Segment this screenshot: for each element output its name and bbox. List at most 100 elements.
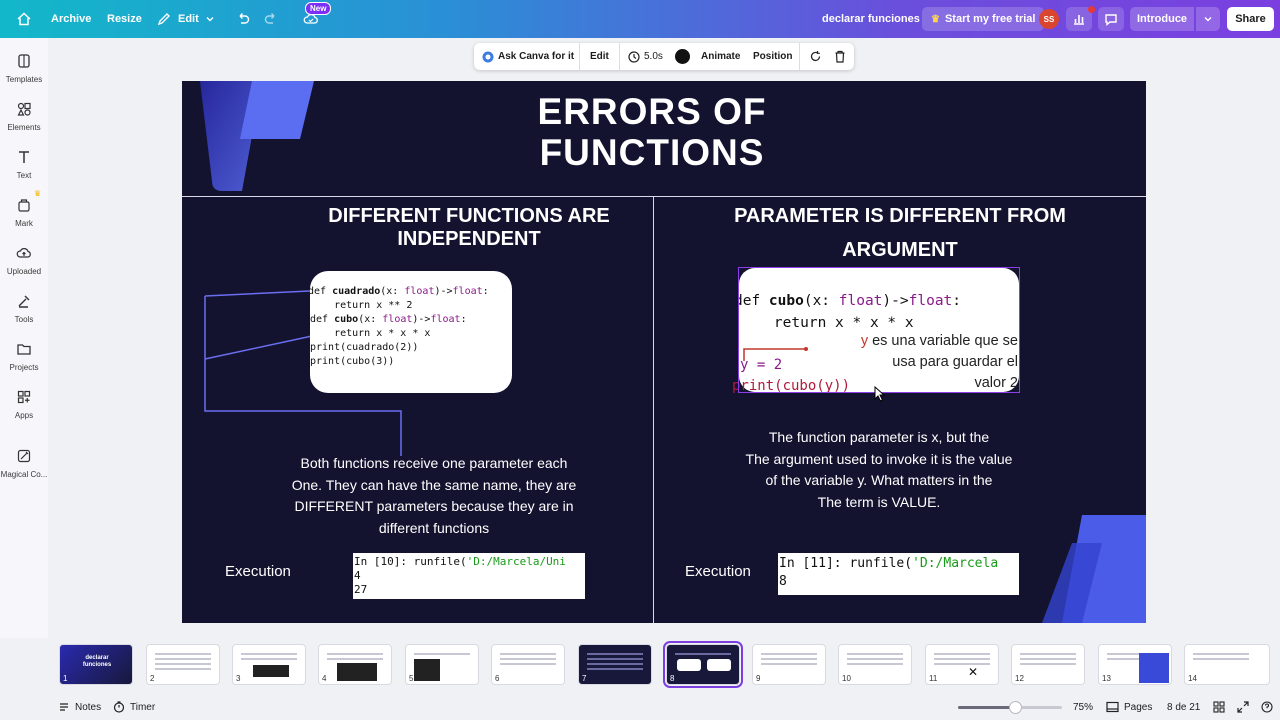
left-explanation-text[interactable]: Both functions receive one parameter eac…	[254, 453, 614, 539]
folder-icon	[17, 344, 31, 355]
mouse-cursor-icon	[874, 386, 886, 402]
zoom-slider[interactable]	[958, 701, 1062, 714]
left-console-output[interactable]: In [10]: runfile('D:/Marcela/Uni 4 27	[353, 553, 585, 599]
thumb-content	[934, 653, 990, 668]
sidebar-item-text[interactable]: Text	[0, 149, 48, 180]
left-code-image[interactable]: def cuadrado(x: float)->float: return x …	[310, 271, 512, 393]
sidebar-item-elements[interactable]: Elements	[0, 101, 48, 132]
page-thumbnail[interactable]: 9	[752, 644, 826, 685]
edit-menu[interactable]: Edit	[156, 0, 215, 38]
divider	[619, 43, 620, 70]
sidebar-item-mark[interactable]: Mark	[0, 197, 48, 228]
page-number: 9	[756, 674, 761, 683]
redo-button[interactable]	[263, 0, 279, 38]
resize-menu[interactable]: Resize	[107, 0, 142, 38]
canva-ai-icon	[482, 51, 494, 62]
slide-title-line: ERRORS OF	[537, 91, 767, 132]
thumb-content	[155, 653, 211, 673]
vertical-divider	[653, 197, 654, 623]
left-execution-label[interactable]: Execution	[225, 563, 291, 580]
duration-label: 5.0s	[644, 51, 663, 62]
page-thumbnail-selected[interactable]: 8	[663, 641, 743, 688]
timer-button[interactable]: Timer	[113, 694, 155, 720]
undo-icon	[239, 13, 250, 24]
present-button[interactable]: Introduce	[1130, 7, 1194, 31]
sidebar-item-projects[interactable]: Projects	[0, 341, 48, 372]
element-context-toolbar: Ask Canva for it Edit 5.0s Animate Posit…	[474, 43, 854, 70]
sidebar-item-magic[interactable]: Magical Co...	[0, 448, 48, 479]
user-avatar[interactable]: SS	[1039, 9, 1059, 29]
slide-title[interactable]: ERRORS OF FUNCTIONS	[482, 91, 822, 173]
code-line: print(cubo(3))	[310, 356, 395, 367]
ask-canva-label: Ask Canva for it	[498, 51, 575, 62]
slide-canvas[interactable]: ERRORS OF FUNCTIONS DIFFERENT FUNCTIONS …	[182, 81, 1146, 623]
thumb-image	[707, 659, 731, 671]
selection-frame[interactable]	[738, 267, 1020, 393]
page-thumbnail[interactable]: declarar funciones 1	[59, 644, 133, 685]
page-thumbnail[interactable]: 3	[232, 644, 306, 685]
page-number: 5	[409, 674, 414, 683]
horizontal-divider	[182, 196, 1146, 197]
document-title[interactable]: declarar funciones	[822, 0, 920, 38]
duration-button[interactable]: 5.0s	[628, 43, 663, 70]
heading-line: INDEPENDENT	[397, 228, 541, 250]
help-button[interactable]	[1261, 694, 1273, 720]
zoom-level[interactable]: 75%	[1073, 694, 1093, 720]
grid-view-button[interactable]	[1213, 694, 1225, 720]
text-line: The term is VALUE.	[817, 493, 941, 510]
animate-button[interactable]: Animate	[701, 43, 740, 70]
page-number: 7	[582, 674, 587, 683]
sidebar-item-templates[interactable]: Templates	[0, 53, 48, 84]
left-sidebar: Templates Elements Text ♛ Mark Uploaded …	[0, 38, 48, 638]
thumb-content	[1193, 653, 1249, 663]
code-line: print(cuadrado(2))	[310, 342, 419, 353]
right-column-heading[interactable]: PARAMETER IS DIFFERENT FROM ARGUMENT	[702, 199, 1098, 267]
sidebar-item-tools[interactable]: Tools	[0, 293, 48, 324]
page-thumbnail[interactable]: 12	[1011, 644, 1085, 685]
page-thumbnail[interactable]: ✕ 11	[925, 644, 999, 685]
delete-button[interactable]	[834, 43, 846, 70]
fullscreen-button[interactable]	[1237, 694, 1249, 720]
share-button[interactable]: Share	[1227, 7, 1274, 31]
edit-image-button[interactable]: Edit	[590, 43, 609, 70]
heading-line: ARGUMENT	[842, 239, 958, 261]
sidebar-item-apps[interactable]: Apps	[0, 389, 48, 420]
left-column-heading[interactable]: DIFFERENT FUNCTIONS ARE INDEPENDENT	[300, 205, 638, 251]
timer-label: Timer	[130, 701, 156, 713]
page-number: 4	[322, 674, 327, 683]
page-thumbnail[interactable]: 7	[578, 644, 652, 685]
sidebar-item-label: Projects	[9, 363, 39, 372]
page-thumbnail[interactable]: 10	[838, 644, 912, 685]
text-line: The argument used to invoke it is the va…	[745, 450, 1013, 467]
page-thumbnail[interactable]: 5	[405, 644, 479, 685]
page-thumbnail[interactable]: 14	[1184, 644, 1270, 685]
page-thumbnail[interactable]: 4	[318, 644, 392, 685]
sidebar-item-label: Elements	[7, 123, 41, 132]
right-console-output[interactable]: In [11]: runfile('D:/Marcela 8	[778, 553, 1019, 595]
bar-chart-icon	[1074, 15, 1084, 25]
present-options-button[interactable]	[1196, 7, 1220, 31]
page-counter: 8 de 21	[1167, 701, 1201, 713]
replace-button[interactable]	[809, 43, 822, 70]
right-execution-label[interactable]: Execution	[685, 563, 751, 580]
color-swatch	[675, 49, 690, 64]
zoom-slider-handle[interactable]	[1009, 701, 1023, 714]
thumb-content	[761, 653, 817, 668]
page-thumbnail[interactable]: 2	[146, 644, 220, 685]
archive-menu[interactable]: Archive	[51, 0, 91, 38]
notes-button[interactable]: Notes	[58, 694, 101, 720]
comments-button[interactable]	[1098, 7, 1124, 31]
free-trial-button[interactable]: ♛ Start my free trial	[922, 7, 1045, 31]
pages-button[interactable]: Pages	[1106, 694, 1152, 720]
position-button[interactable]: Position	[753, 43, 792, 70]
ask-canva-button[interactable]: Ask Canva for it	[482, 43, 574, 70]
page-thumbnail[interactable]: 6	[491, 644, 565, 685]
color-button[interactable]	[675, 43, 690, 70]
sidebar-item-uploaded[interactable]: Uploaded	[0, 245, 48, 276]
page-thumbnail[interactable]: 13	[1098, 644, 1172, 685]
tools-icon	[18, 295, 30, 308]
bottom-bar: Notes Timer 75% Pages 8 de 21	[0, 694, 1280, 720]
right-explanation-text[interactable]: The function parameter is x, but the The…	[692, 427, 1066, 513]
home-button[interactable]	[16, 0, 32, 38]
undo-button[interactable]	[235, 0, 251, 38]
